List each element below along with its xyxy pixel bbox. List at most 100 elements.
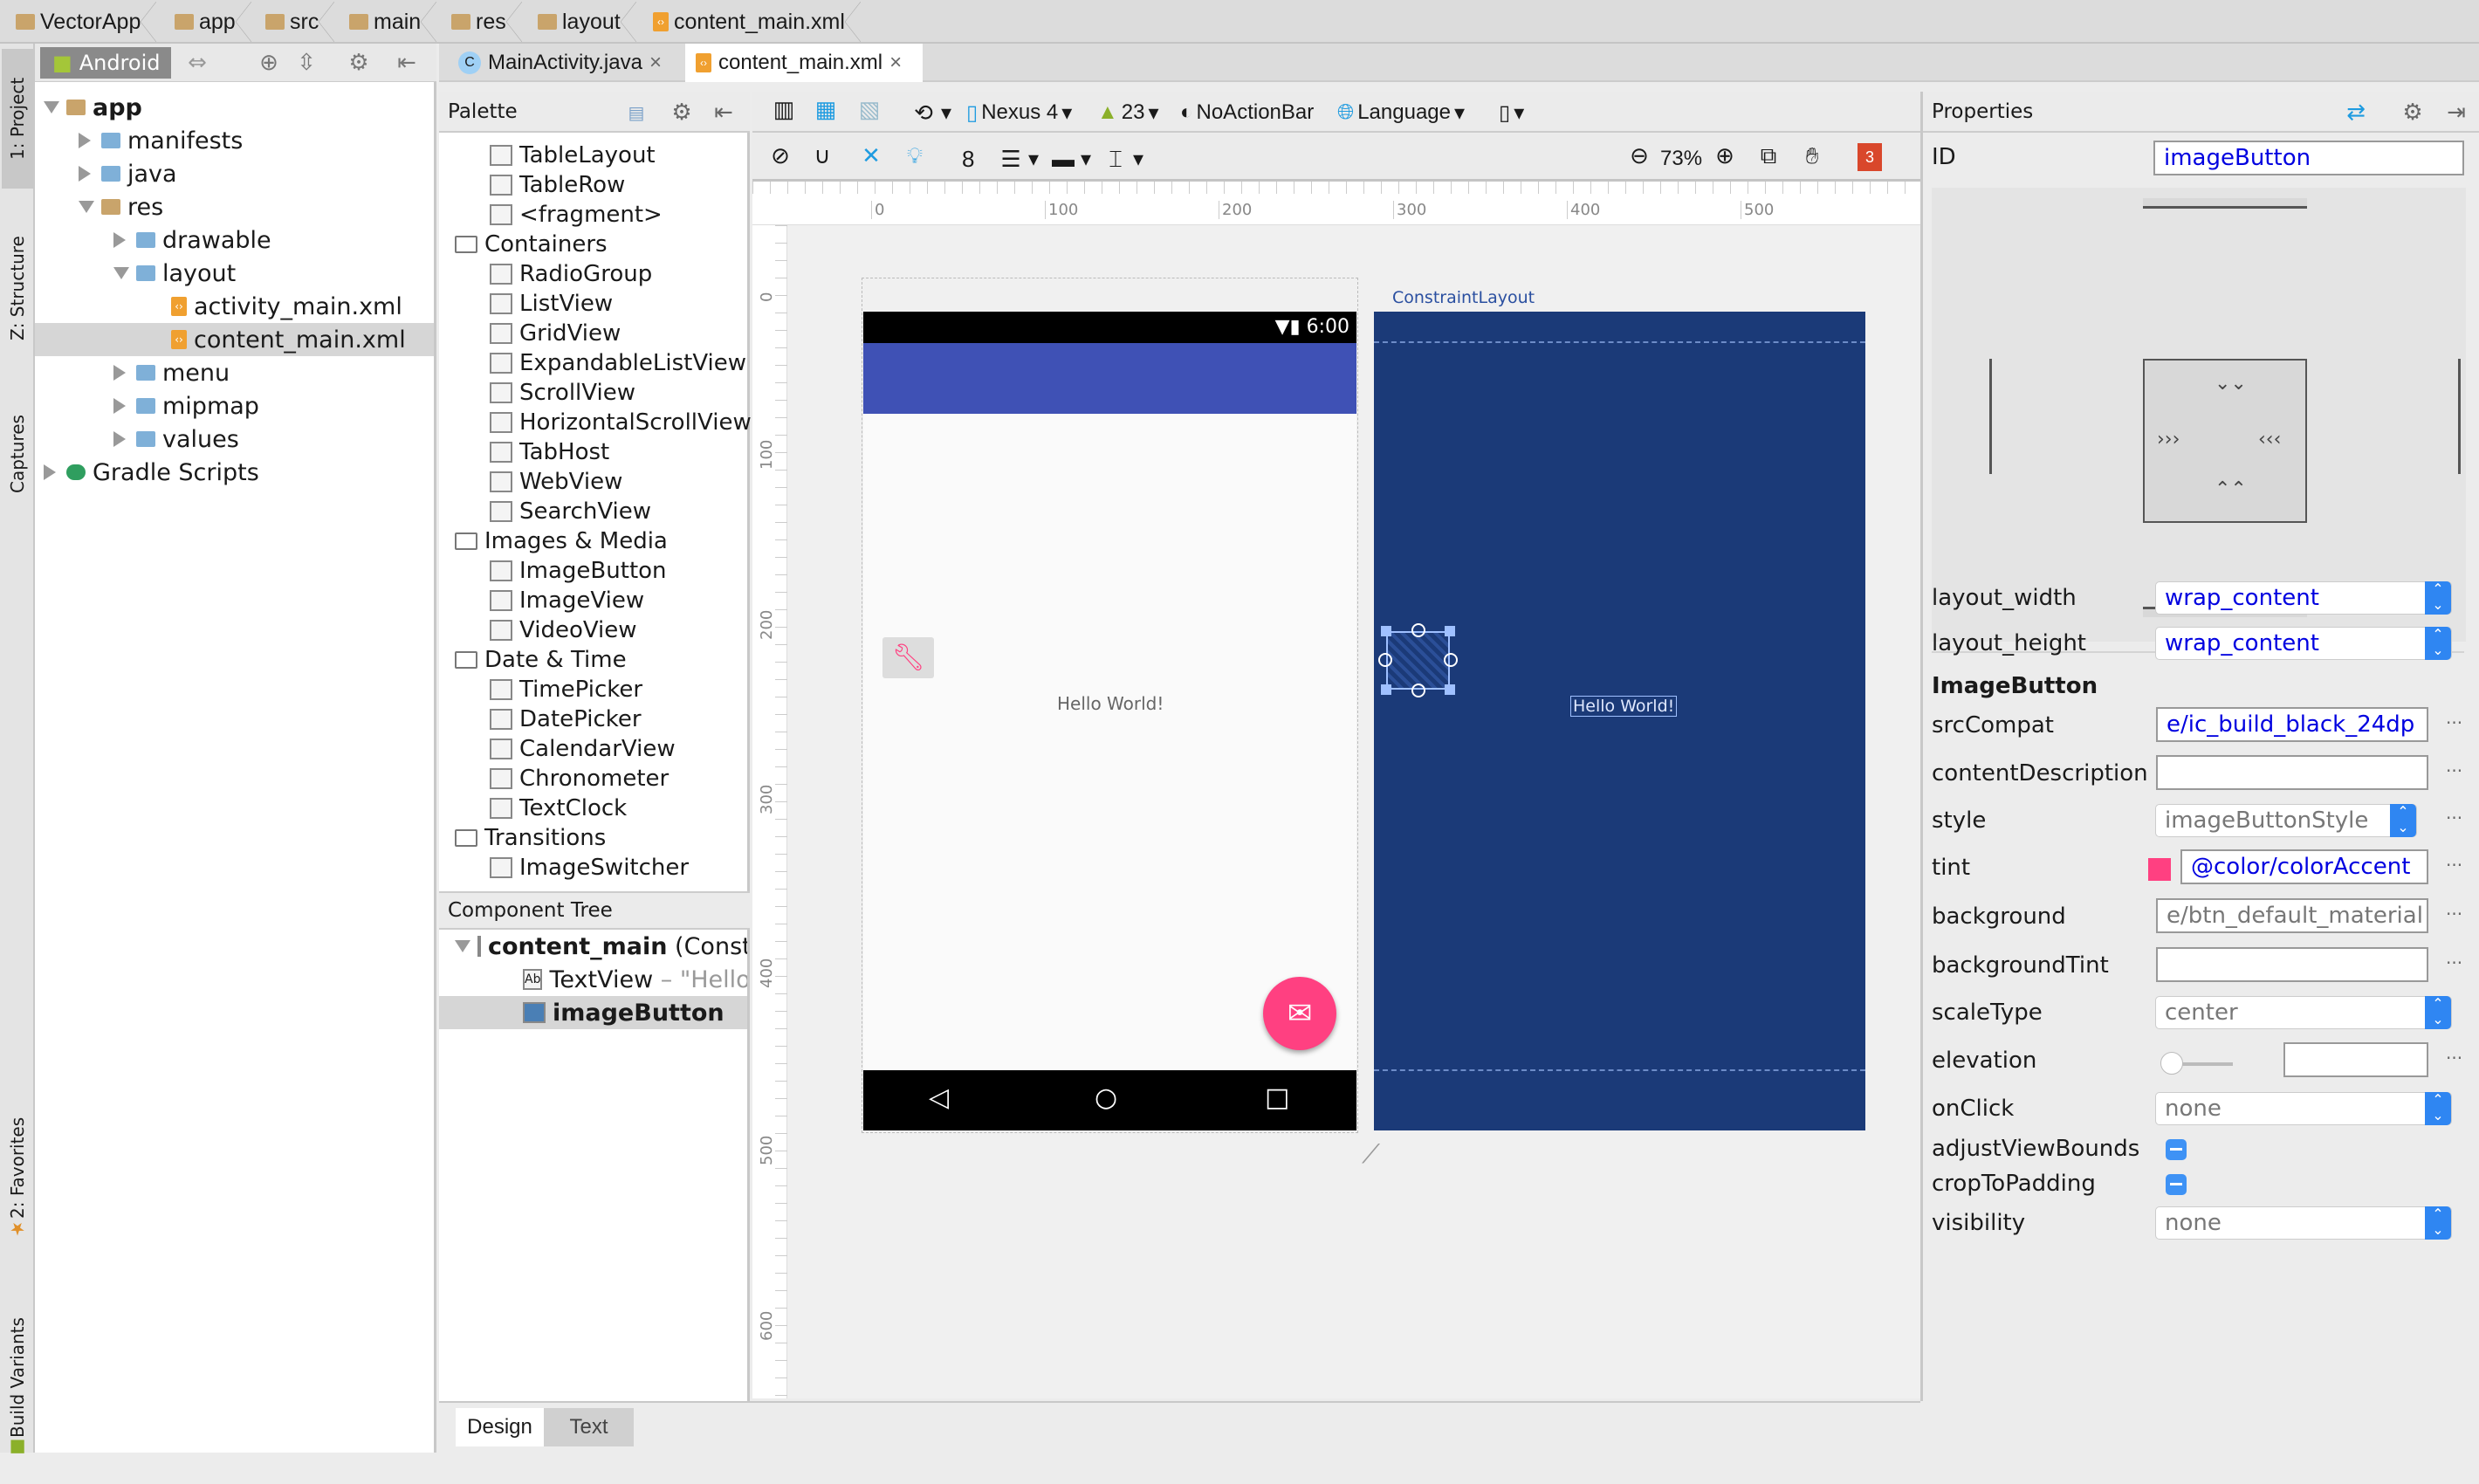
chevron-right-icon[interactable] — [79, 133, 91, 148]
tree-row-content-main[interactable]: content_main (ConstraintLayout) — [439, 930, 747, 963]
adjustViewBounds-checkbox[interactable] — [2166, 1139, 2187, 1160]
palette-item[interactable]: ExpandableListView — [490, 348, 746, 378]
top-margin-bar[interactable] — [2143, 198, 2307, 209]
resize-handle[interactable] — [1445, 626, 1455, 636]
constraint-anchor-right[interactable] — [1444, 653, 1458, 667]
palette-group[interactable]: Images & Media — [455, 526, 668, 556]
tool-tab-favorites[interactable]: ★ 2: Favorites — [2, 1082, 33, 1274]
hide-panel-icon[interactable]: ⇤ — [710, 99, 738, 127]
palette-group[interactable]: Date & Time — [455, 645, 627, 675]
project-tree-item[interactable]: menu — [35, 356, 434, 389]
project-tree-item[interactable]: manifests — [35, 124, 434, 157]
close-icon[interactable]: × — [889, 51, 902, 75]
palette-group[interactable]: Transitions — [455, 823, 606, 853]
project-tree-item[interactable]: java — [35, 157, 434, 190]
tab-text[interactable]: Text — [544, 1408, 634, 1446]
chevron-down-icon[interactable] — [44, 101, 59, 113]
constraint-anchor-bottom[interactable] — [1411, 684, 1425, 697]
show-constraints-icon[interactable]: ⊘ — [766, 141, 794, 169]
tree-row-imagebutton[interactable]: imageButton — [439, 996, 747, 1029]
pack-dropdown[interactable]: ☰ ▾ — [997, 141, 1039, 176]
theme-dropdown[interactable]: ◐ NoActionBar — [1180, 95, 1314, 130]
palette-item[interactable]: SearchView — [490, 497, 651, 526]
chevron-right-icon[interactable] — [113, 232, 126, 248]
more-options-icon[interactable]: ··· — [2446, 760, 2462, 781]
palette-item[interactable]: WebView — [490, 467, 622, 497]
image-button-preview[interactable]: 🔧︎ — [882, 637, 934, 678]
palette-item[interactable]: TabHost — [490, 437, 609, 467]
constraint-anchor-left[interactable] — [1378, 653, 1392, 667]
more-options-icon[interactable]: ··· — [2446, 952, 2462, 973]
gear-icon[interactable]: ⚙ — [668, 99, 696, 127]
language-dropdown[interactable]: 🌐︎ Language ▾ — [1337, 95, 1465, 130]
resize-handle[interactable] — [1381, 626, 1391, 636]
backgroundTint-input[interactable] — [2156, 947, 2428, 982]
scroll-from-source-icon[interactable]: ⇔ — [183, 49, 211, 77]
resize-corner-icon[interactable]: ⟋ — [1362, 1139, 1380, 1170]
chevron-right-icon[interactable] — [113, 365, 126, 381]
breadcrumb-layout[interactable]: layout — [538, 2, 636, 42]
zoom-in-icon[interactable]: ⊕ — [1711, 141, 1739, 169]
chevron-right-icon[interactable] — [44, 464, 56, 480]
scaleType-dropdown[interactable]: center ⌃ ⌄ — [2155, 996, 2452, 1029]
tree-row-textview[interactable]: Ab TextView – "Hello World!" — [439, 963, 747, 996]
breadcrumb-main[interactable]: main — [349, 2, 437, 42]
expand-arrow-icon[interactable] — [455, 940, 470, 952]
tool-tab-structure[interactable]: Z: Structure — [2, 210, 33, 367]
wrap-vertical-bottom-icon[interactable]: ⌃⌃ — [2215, 478, 2247, 500]
clear-constraints-icon[interactable]: ✕ — [857, 141, 885, 169]
palette-item[interactable]: VideoView — [490, 615, 637, 645]
tool-tab-captures[interactable]: Captures — [2, 384, 33, 524]
cropToPadding-checkbox[interactable] — [2166, 1174, 2187, 1195]
warnings-badge[interactable]: 3 — [1858, 143, 1882, 171]
palette-item[interactable]: GridView — [490, 319, 621, 348]
breadcrumb-res[interactable]: res — [451, 2, 522, 42]
both-views-icon[interactable]: ▧ — [855, 95, 883, 123]
project-view-dropdown[interactable]: ■ Android — [40, 47, 171, 79]
tab-design[interactable]: Design — [456, 1408, 544, 1446]
gear-icon[interactable]: ⚙ — [345, 49, 373, 77]
id-input[interactable]: imageButton — [2153, 141, 2464, 175]
palette-item[interactable]: TableRow — [490, 170, 625, 200]
project-tree-item[interactable]: ‹› content_main.xml — [35, 323, 434, 356]
project-tree-item[interactable]: drawable — [35, 223, 434, 257]
palette-mode-icon[interactable]: ▤ — [622, 99, 650, 127]
device-frame-dropdown[interactable]: ▯ ▾ — [1499, 95, 1524, 130]
target-icon[interactable]: ⊕ — [255, 49, 283, 77]
palette-item[interactable]: <fragment> — [490, 200, 663, 230]
layout_height-dropdown[interactable]: wrap_content ⌃ ⌄ — [2155, 627, 2452, 660]
project-tree-item[interactable]: mipmap — [35, 389, 434, 423]
wrap-horizontal-left-icon[interactable]: ››› — [2157, 429, 2180, 450]
chevron-right-icon[interactable] — [79, 166, 91, 182]
project-tree-item[interactable]: layout — [35, 257, 434, 290]
breadcrumb-src[interactable]: src — [265, 2, 335, 42]
background-input[interactable]: e/btn_default_material — [2156, 898, 2428, 933]
close-icon[interactable]: × — [649, 51, 662, 75]
contentDescription-input[interactable] — [2156, 755, 2428, 790]
palette-item[interactable]: CalendarView — [490, 734, 676, 764]
palette-item[interactable]: ImageSwitcher — [490, 853, 689, 883]
zoom-fit-icon[interactable]: ⧉ — [1755, 141, 1782, 169]
palette-item[interactable]: ListView — [490, 289, 613, 319]
visibility-dropdown[interactable]: none ⌃ ⌄ — [2155, 1206, 2452, 1240]
palette-item[interactable]: ImageButton — [490, 556, 667, 586]
selected-image-button[interactable] — [1378, 623, 1458, 697]
chevron-down-icon[interactable] — [79, 201, 94, 213]
palette-item[interactable]: RadioGroup — [490, 259, 652, 289]
breadcrumb-app[interactable]: app — [175, 2, 251, 42]
fab-button[interactable]: ✉ — [1263, 977, 1336, 1050]
collapse-all-icon[interactable]: ⇳ — [292, 49, 320, 77]
breadcrumb-vectorapp[interactable]: VectorApp — [16, 2, 157, 42]
align-dropdown[interactable]: ▬ ▾ — [1049, 141, 1091, 176]
tab-mainactivity-java[interactable]: C MainActivity.java × — [448, 44, 683, 82]
tool-tab-project[interactable]: 1: Project — [2, 49, 33, 189]
chevron-right-icon[interactable] — [113, 398, 126, 414]
palette-item[interactable]: ScrollView — [490, 378, 635, 408]
tool-tab-build-variants[interactable]: ■ Build Variants — [2, 1292, 33, 1484]
breadcrumb-content-main[interactable]: ‹› content_main.xml — [653, 2, 861, 42]
blueprint-preview[interactable]: Hello World! — [1374, 312, 1865, 1130]
chevron-down-icon[interactable] — [113, 267, 129, 279]
palette-item[interactable]: TimePicker — [490, 675, 642, 704]
onClick-dropdown[interactable]: none ⌃ ⌄ — [2155, 1092, 2452, 1125]
elevation-slider-thumb[interactable] — [2160, 1052, 2183, 1075]
